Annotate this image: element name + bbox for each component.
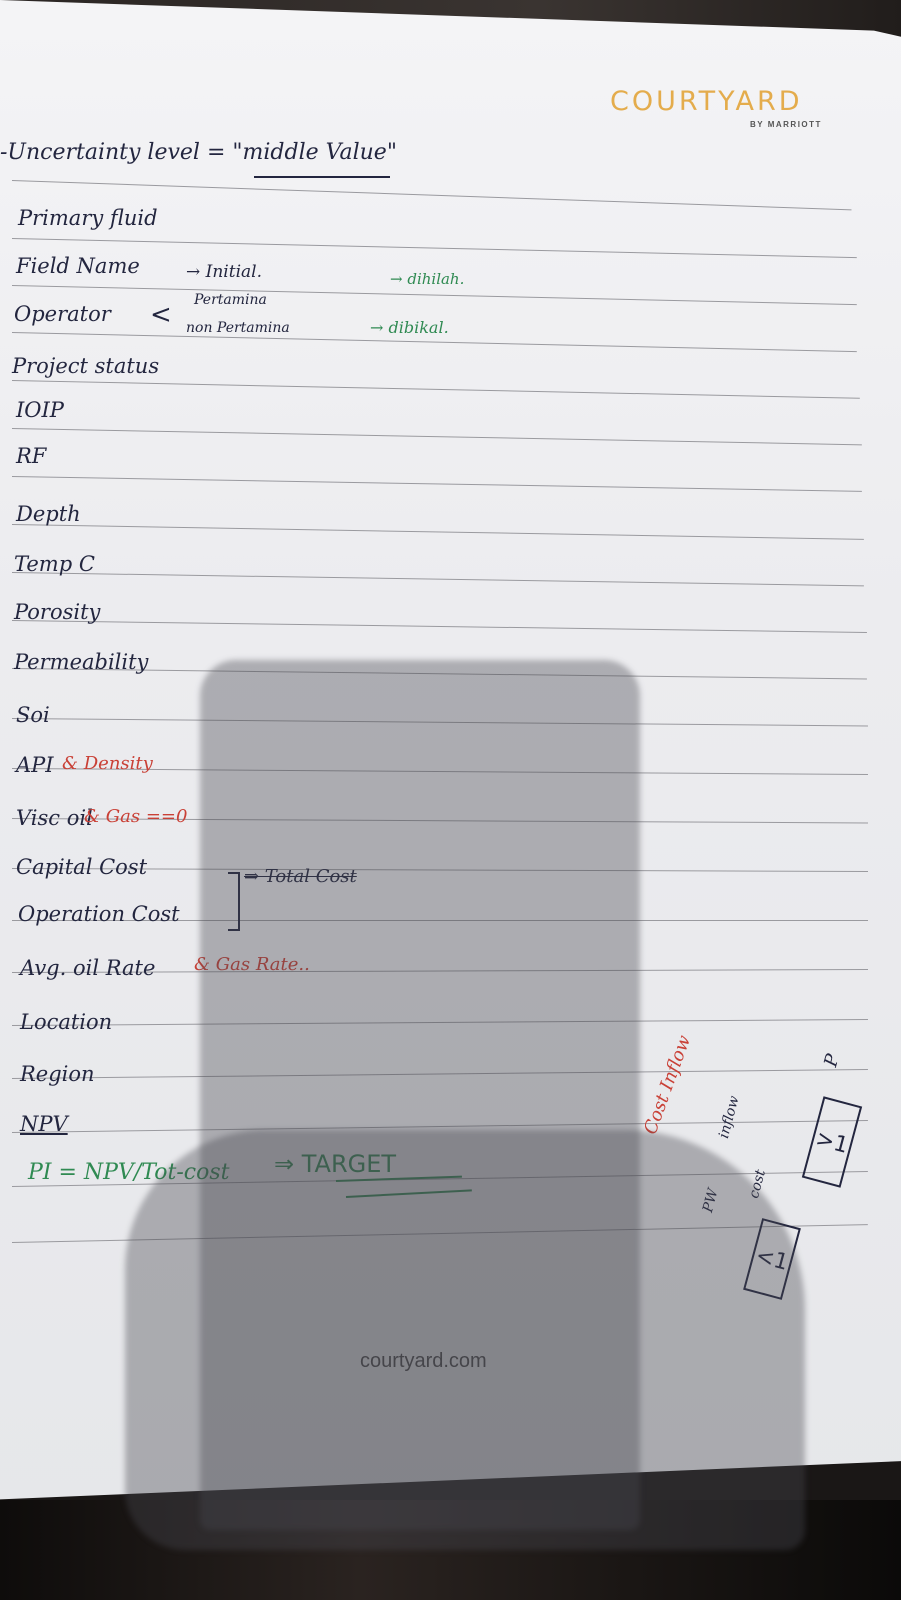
item-project-status: Project status (12, 354, 160, 378)
item-rf: RF (16, 444, 47, 468)
item-npv: NPV (20, 1112, 68, 1136)
operator-green-note: → dibikal. (370, 318, 449, 337)
operator-bracket: < (150, 300, 172, 330)
visc-gas-note: & Gas ==0 (84, 806, 188, 827)
item-primary-fluid: Primary fluid (18, 206, 158, 230)
item-visc-oil: Visc oil (16, 806, 93, 830)
item-api: API (16, 753, 54, 777)
item-temp: Temp C (14, 552, 95, 576)
api-density-note: & Density (62, 753, 153, 774)
item-depth: Depth (16, 502, 81, 526)
courtyard-logo: COURTYARD (610, 86, 803, 117)
item-soi: Soi (16, 703, 50, 727)
field-initial-note: → Initial. (186, 262, 262, 282)
item-permeability: Permeability (14, 650, 149, 674)
operator-non-pertamina: non Pertamina (186, 320, 290, 336)
operator-pertamina: Pertamina (194, 292, 267, 308)
field-green-note: → dihilah. (390, 270, 465, 288)
item-capital-cost: Capital Cost (16, 855, 148, 879)
middle-value-underline (254, 176, 390, 178)
item-operator: Operator (14, 302, 111, 326)
item-region: Region (20, 1062, 95, 1086)
item-field-name: Field Name (16, 254, 140, 278)
item-ioip: IOIP (16, 398, 64, 422)
item-operation-cost: Operation Cost (18, 902, 180, 926)
item-location: Location (20, 1010, 113, 1034)
item-porosity: Porosity (14, 600, 101, 624)
item-avg-oil-rate: Avg. oil Rate (20, 956, 156, 980)
hand-shadow (125, 1130, 805, 1550)
uncertainty-heading: -Uncertainty level = "middle Value" (0, 140, 397, 165)
courtyard-logo-sub: BY MARRIOTT (750, 120, 822, 129)
